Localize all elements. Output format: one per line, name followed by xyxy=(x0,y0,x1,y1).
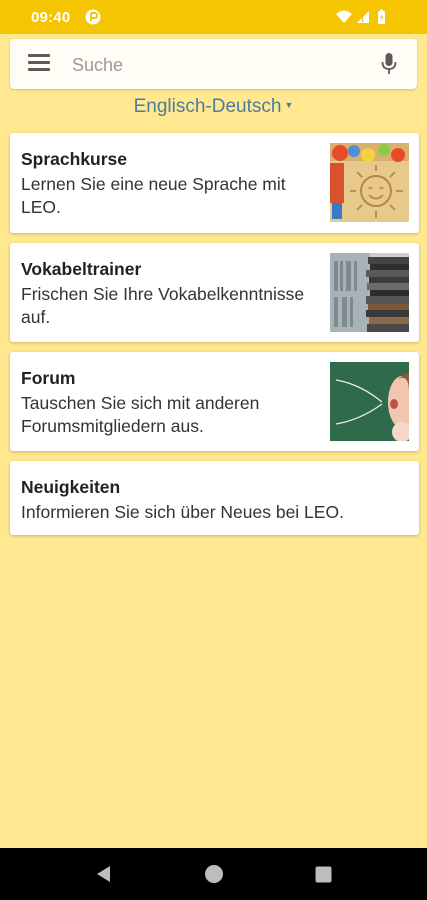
card-title: Neuigkeiten xyxy=(21,477,121,497)
language-selector-label: Englisch-Deutsch xyxy=(133,96,282,117)
search-bar xyxy=(10,39,417,89)
back-icon[interactable] xyxy=(94,864,112,889)
card-sprachkurse[interactable]: Sprachkurse Lernen Sie eine neue Sprache… xyxy=(10,133,419,233)
card-title: Vokabeltrainer xyxy=(21,259,142,279)
hamburger-menu-icon[interactable] xyxy=(28,54,50,74)
signal-icon xyxy=(357,11,369,23)
navigation-bar xyxy=(0,848,427,900)
microphone-icon[interactable] xyxy=(381,52,397,76)
system-icons xyxy=(335,8,397,30)
home-icon[interactable] xyxy=(204,864,224,889)
card-title: Forum xyxy=(21,368,76,388)
card-vokabeltrainer[interactable]: Vokabeltrainer Frischen Sie Ihre Vokabel… xyxy=(10,243,419,342)
status-time: 09:40 xyxy=(31,9,71,26)
wifi-icon xyxy=(336,10,352,23)
card-title: Sprachkurse xyxy=(21,149,128,169)
battery-icon xyxy=(378,9,385,24)
card-description: Lernen Sie eine neue Sprache mit LEO. xyxy=(21,174,286,217)
status-bar: 09:40 xyxy=(0,0,427,34)
card-description: Tauschen Sie sich mit anderen Forumsmitg… xyxy=(21,393,260,436)
card-description: Informieren Sie sich über Neues bei LEO. xyxy=(21,502,344,522)
sun-drawing-image xyxy=(330,143,409,222)
book-stack-image xyxy=(330,253,409,332)
card-neuigkeiten[interactable]: Neuigkeiten Informieren Sie sich über Ne… xyxy=(10,461,419,535)
recents-icon[interactable] xyxy=(315,866,332,888)
card-forum[interactable]: Forum Tauschen Sie sich mit anderen Foru… xyxy=(10,352,419,451)
language-selector[interactable]: Englisch-Deutsch ▼ xyxy=(0,96,427,118)
leo-app-icon xyxy=(85,9,101,29)
card-description: Frischen Sie Ihre Vokabelkenntnisse auf. xyxy=(21,284,305,327)
chalkboard-person-image xyxy=(330,362,409,441)
search-input[interactable] xyxy=(70,49,374,81)
chevron-down-icon: ▼ xyxy=(284,99,294,110)
